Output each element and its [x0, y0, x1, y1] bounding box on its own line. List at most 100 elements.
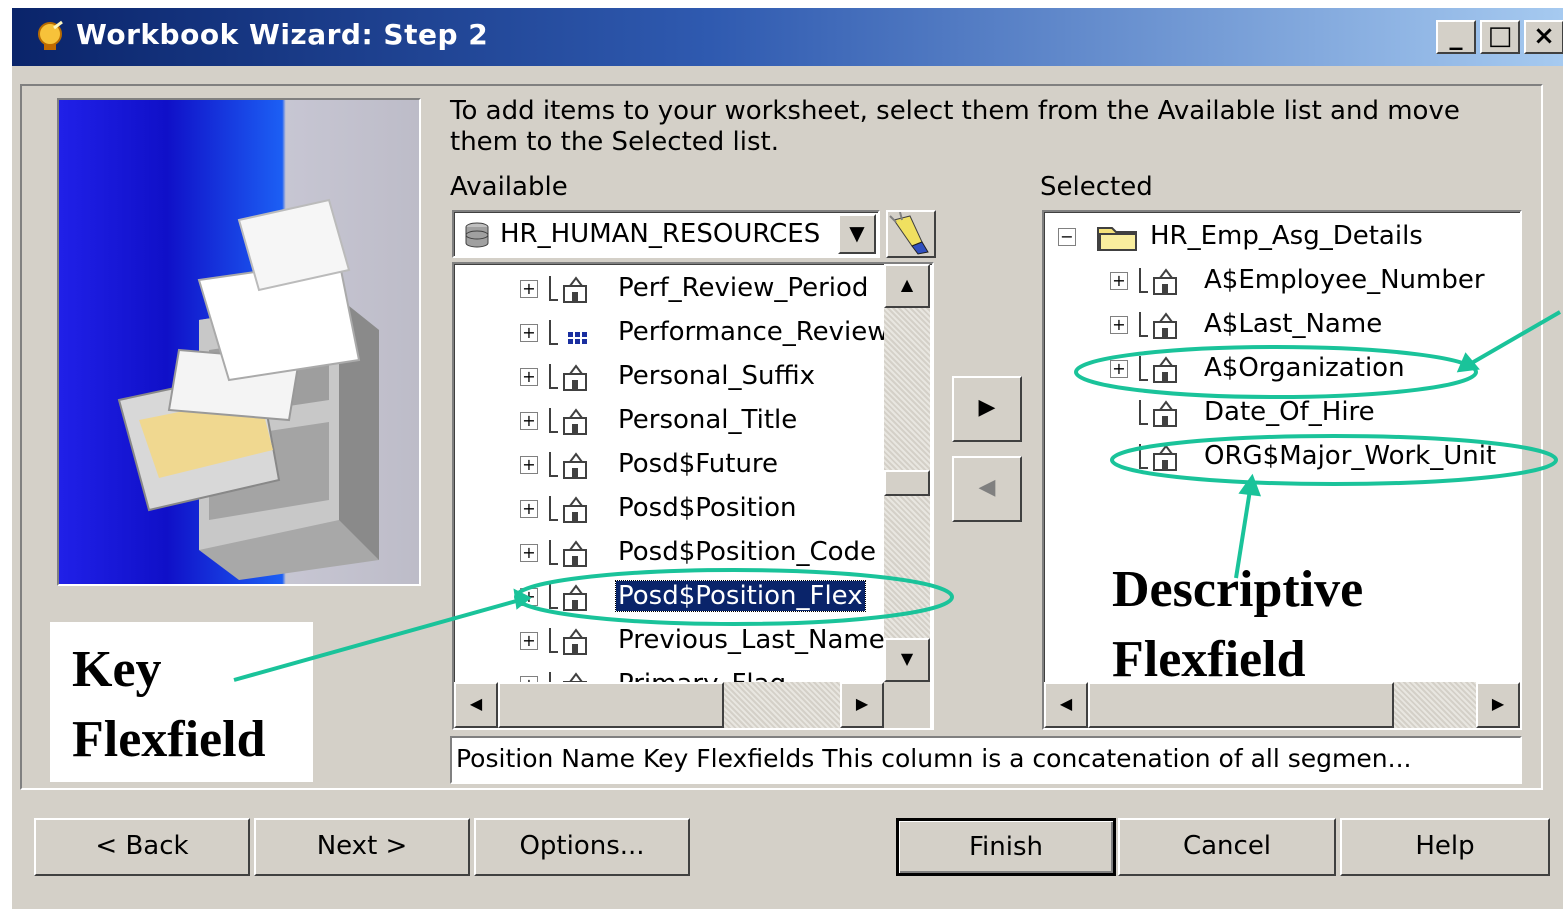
item-icon	[546, 626, 592, 658]
business-area-combo[interactable]: HR_HUMAN_RESOURCES ▼	[452, 210, 880, 258]
finish-button[interactable]: Finish	[896, 818, 1116, 876]
selected-item-row[interactable]: + A$Employee_Number	[1044, 260, 1520, 304]
item-icon	[1136, 354, 1182, 386]
business-area-value: HR_HUMAN_RESOURCES	[500, 219, 821, 249]
item-icon	[1136, 398, 1182, 430]
expand-toggle[interactable]: +	[520, 632, 538, 650]
available-item-label: Posd$Position	[618, 493, 797, 523]
selected-item-row[interactable]: ORG$Major_Work_Unit	[1044, 436, 1520, 480]
available-item-row[interactable]: + Perf_Review_Period	[454, 268, 884, 312]
scroll-left-button[interactable]: ◀	[454, 682, 498, 728]
expand-toggle[interactable]: +	[520, 412, 538, 430]
available-item-label: Personal_Title	[618, 405, 798, 435]
available-item-row[interactable]: + Performance_Review	[454, 312, 889, 356]
item-icon	[546, 362, 592, 394]
available-item-row[interactable]: + Personal_Title	[454, 400, 884, 444]
descriptive-flexfield-line1: Descriptive	[1112, 561, 1364, 618]
scroll-right-button[interactable]: ▶	[1476, 682, 1520, 728]
available-item-row[interactable]: + Posd$Position_Code	[454, 532, 884, 576]
arrow-left-icon: ◀	[978, 475, 996, 500]
scroll-up-button[interactable]: ▲	[884, 264, 930, 308]
item-icon	[1136, 266, 1182, 298]
item-icon	[546, 406, 592, 438]
maximize-button[interactable]: □	[1480, 20, 1520, 54]
selected-item-label: ORG$Major_Work_Unit	[1204, 441, 1497, 471]
expand-toggle[interactable]: +	[520, 280, 538, 298]
move-to-selected-button[interactable]: ▶	[952, 376, 1022, 442]
move-to-available-button[interactable]: ◀	[952, 456, 1022, 522]
window-title: Workbook Wizard: Step 2	[76, 18, 489, 51]
available-item-row[interactable]: + Posd$Future	[454, 444, 884, 488]
item-icon	[546, 450, 592, 482]
arrow-right-icon: ▶	[978, 395, 996, 420]
help-button[interactable]: Help	[1340, 818, 1550, 876]
back-button[interactable]: < Back	[34, 818, 250, 876]
available-tree[interactable]: + Perf_Review_Period + Performance_Review + P…	[452, 262, 934, 730]
key-flexfield-line2: Flexfield	[72, 711, 266, 768]
cancel-button[interactable]: Cancel	[1118, 818, 1336, 876]
item-icon	[546, 274, 592, 306]
available-item-row[interactable]: + Posd$Position_Flex	[454, 576, 884, 620]
file-cabinet-illustration	[117, 198, 379, 580]
available-vscrollbar[interactable]: ▲ ▼	[884, 264, 930, 682]
selected-item-row[interactable]: + A$Last_Name	[1044, 304, 1520, 348]
available-item-label: Perf_Review_Period	[618, 273, 869, 303]
database-icon	[465, 222, 489, 248]
instructions-text: To add items to your worksheet, select t…	[450, 96, 1460, 157]
expand-toggle[interactable]: +	[520, 588, 538, 606]
find-items-button[interactable]	[886, 210, 936, 258]
available-item-row[interactable]: + Previous_Last_Name	[454, 620, 885, 664]
flashlight-icon	[889, 211, 929, 255]
descriptive-flexfield-line2: Flexfield	[1112, 631, 1306, 688]
scroll-down-button[interactable]: ▼	[884, 638, 930, 682]
selected-folder-label: HR_Emp_Asg_Details	[1150, 221, 1423, 251]
selected-item-row[interactable]: Date_Of_Hire	[1044, 392, 1520, 436]
expand-toggle[interactable]: +	[1110, 272, 1128, 290]
available-label: Available	[450, 172, 568, 202]
folder-icon	[1097, 227, 1137, 251]
expand-toggle[interactable]: +	[520, 544, 538, 562]
available-item-row[interactable]: + Posd$Position	[454, 488, 884, 532]
close-button[interactable]: ×	[1524, 20, 1563, 54]
expand-toggle[interactable]: +	[520, 456, 538, 474]
item-icon	[546, 582, 592, 614]
available-hscrollbar[interactable]: ◀ ▶	[454, 682, 884, 728]
grid-item-icon	[546, 318, 592, 350]
scroll-right-button[interactable]: ▶	[840, 682, 884, 728]
key-flexfield-line1: Key	[72, 641, 162, 698]
scroll-thumb[interactable]	[884, 470, 930, 496]
scroll-left-button[interactable]: ◀	[1044, 682, 1088, 728]
options-button[interactable]: Options...	[474, 818, 690, 876]
hscroll-thumb[interactable]	[498, 682, 724, 728]
expand-toggle[interactable]: +	[520, 500, 538, 518]
collapse-toggle[interactable]: −	[1058, 228, 1076, 246]
expand-toggle[interactable]: +	[520, 368, 538, 386]
combo-dropdown-button[interactable]: ▼	[838, 214, 876, 254]
selected-item-row[interactable]: + A$Organization	[1044, 348, 1520, 392]
title-bar[interactable]: Workbook Wizard: Step 2 _ □ ×	[12, 8, 1563, 66]
selected-item-label: A$Employee_Number	[1204, 265, 1485, 295]
wizard-bulb-icon	[38, 20, 63, 50]
expand-toggle[interactable]: +	[1110, 316, 1128, 334]
available-item-label: Personal_Suffix	[618, 361, 816, 391]
selected-folder-row[interactable]: − HR_Emp_Asg_Details	[1044, 216, 1520, 260]
wizard-illustration	[57, 98, 421, 586]
available-item-label: Posd$Position_Flex	[615, 580, 866, 612]
minimize-button[interactable]: _	[1436, 20, 1476, 54]
scroll-corner	[884, 682, 930, 728]
expand-toggle[interactable]: +	[520, 324, 538, 342]
chevron-down-icon: ▼	[849, 221, 865, 245]
next-button[interactable]: Next >	[254, 818, 470, 876]
available-item-label: Posd$Future	[618, 449, 779, 479]
selected-item-label: A$Organization	[1204, 353, 1405, 383]
available-item-label: Previous_Last_Name	[618, 625, 885, 655]
selected-item-label: A$Last_Name	[1204, 309, 1383, 339]
available-item-row[interactable]: + Personal_Suffix	[454, 356, 884, 400]
available-item-label: Performance_Review	[618, 317, 889, 347]
selected-label: Selected	[1040, 172, 1153, 202]
expand-toggle[interactable]: +	[1110, 360, 1128, 378]
item-icon	[546, 538, 592, 570]
item-icon	[1136, 442, 1182, 474]
selected-item-label: Date_Of_Hire	[1204, 397, 1375, 427]
item-icon	[1136, 310, 1182, 342]
